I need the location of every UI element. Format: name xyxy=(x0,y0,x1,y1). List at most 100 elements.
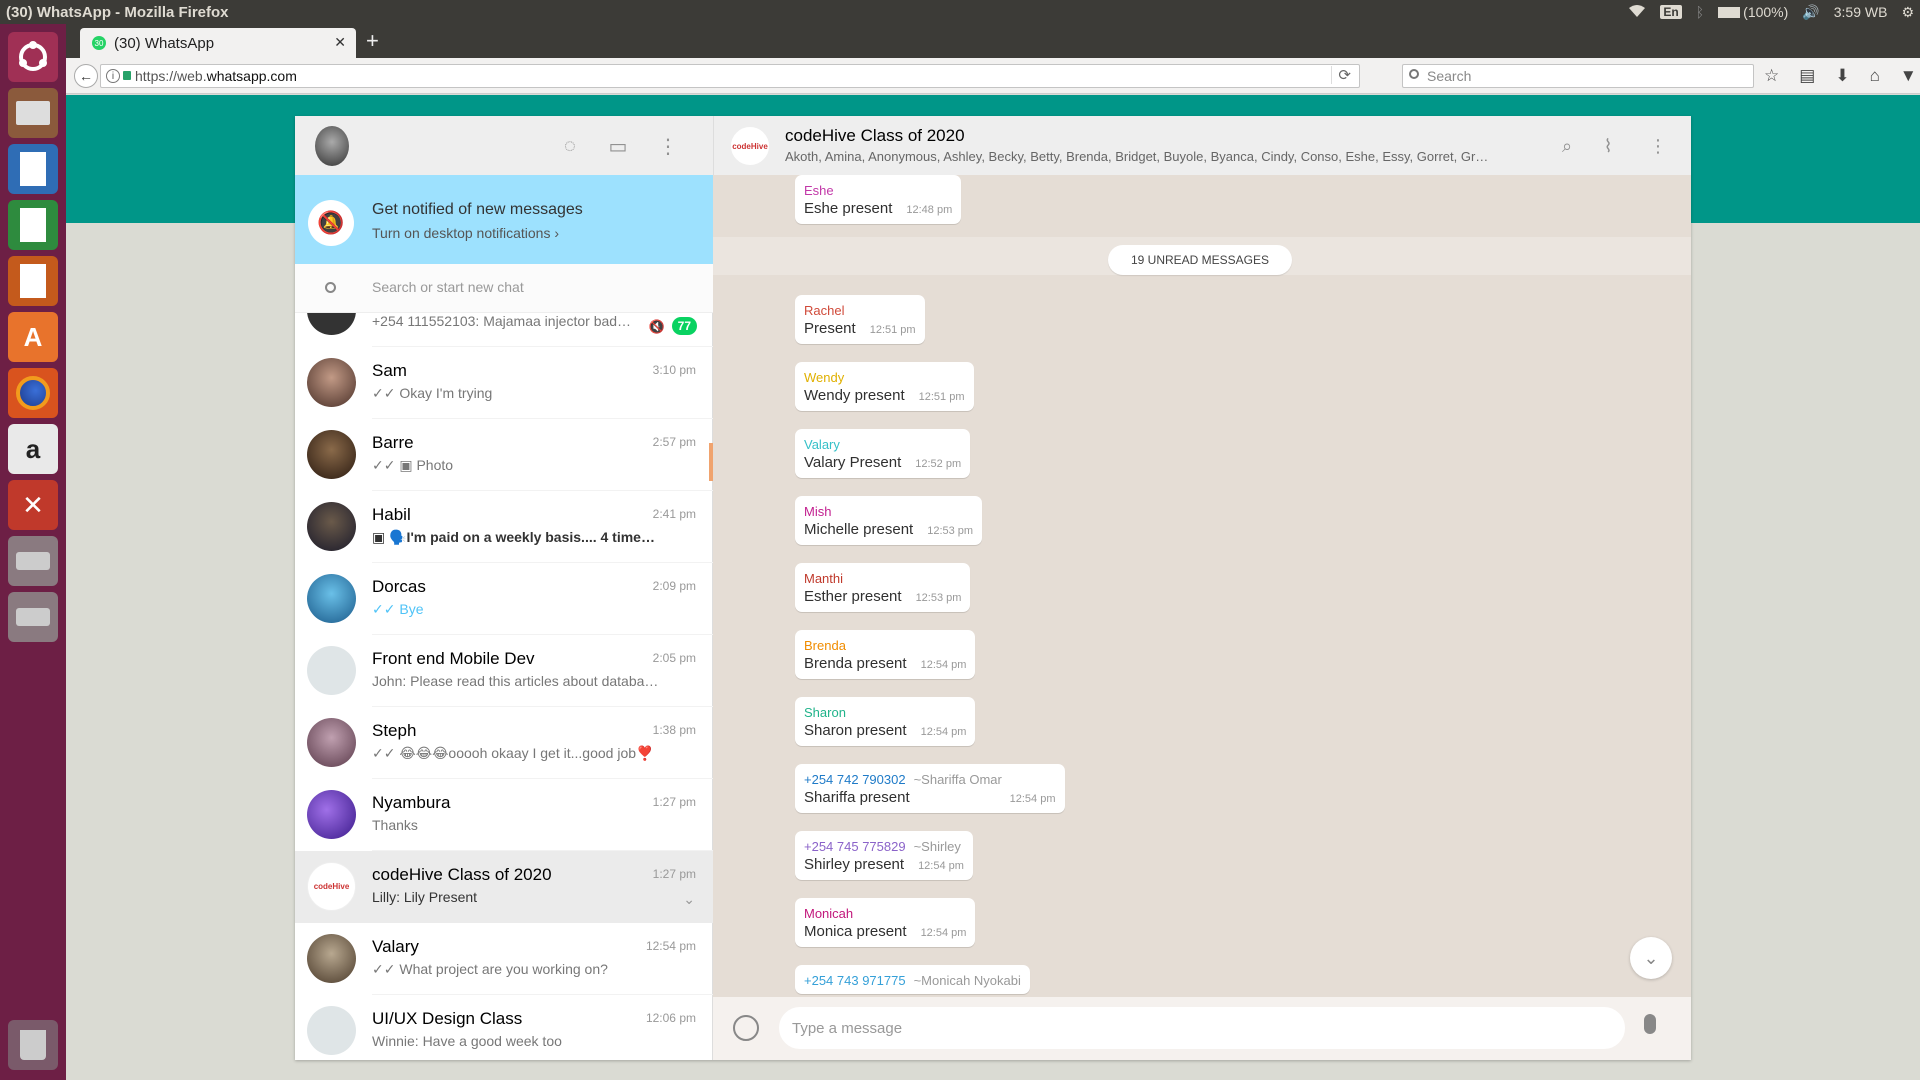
menu-dots-icon[interactable]: ⋮ xyxy=(1644,132,1672,160)
reload-icon[interactable]: ⟳ xyxy=(1331,66,1351,84)
scroll-to-bottom-button[interactable]: ⌄ xyxy=(1630,937,1672,979)
chat-row[interactable]: Sam 3:10 pm ✓✓ Okay I'm trying xyxy=(295,347,713,419)
chat-row[interactable]: Valary 12:54 pm ✓✓ What project are you … xyxy=(295,923,713,995)
search-icon[interactable]: ⌕ xyxy=(1553,132,1581,160)
impress-icon[interactable] xyxy=(8,256,58,306)
chat-time: 1:27 pm xyxy=(652,795,696,809)
window-title: (30) WhatsApp - Mozilla Firefox xyxy=(6,3,229,21)
chat-row[interactable]: Nyambura 1:27 pm Thanks xyxy=(295,779,713,851)
message-bubble[interactable]: Wendy Wendy present 12:51 pm xyxy=(795,362,974,411)
close-icon[interactable]: ✕ xyxy=(334,34,346,51)
url-bar[interactable]: i https://web. whatsapp.com ⟳ xyxy=(100,64,1360,88)
ubuntu-icon[interactable] xyxy=(8,32,58,82)
emoji-icon[interactable] xyxy=(733,1015,759,1041)
chat-row[interactable]: UI/UX Design Class 12:06 pm Winnie: Have… xyxy=(295,995,713,1060)
bookmark-star-icon[interactable]: ☆ xyxy=(1764,66,1779,86)
message-time: 12:54 pm xyxy=(920,927,967,939)
chat-row[interactable]: Barre 2:57 pm ✓✓ ▣ Photo xyxy=(295,419,713,491)
new-tab-button[interactable]: + xyxy=(366,30,379,52)
message-bubble[interactable]: +254 743 971775 ~Monicah Nyokabi xyxy=(795,965,1030,994)
attach-icon[interactable]: ⌇ xyxy=(1594,132,1622,160)
info-icon[interactable]: i xyxy=(106,69,120,83)
message-bubble[interactable]: Brenda Brenda present 12:54 pm xyxy=(795,630,976,679)
download-icon[interactable]: ⬇ xyxy=(1835,66,1849,86)
chat-preview: Lilly: Lily Present xyxy=(372,889,478,905)
avatar xyxy=(307,313,356,335)
bluetooth-icon[interactable]: ᛒ xyxy=(1696,4,1704,20)
gear-icon[interactable]: ⚙ xyxy=(1901,4,1914,21)
battery-indicator[interactable]: (100%) xyxy=(1718,4,1788,20)
files-icon[interactable] xyxy=(8,88,58,138)
group-avatar-icon xyxy=(307,646,356,695)
reader-list-icon[interactable]: ▤ xyxy=(1799,66,1815,86)
status-icon[interactable]: ◌ xyxy=(556,132,584,160)
spreadsheet-glyph xyxy=(8,200,58,250)
message-input[interactable]: Type a message xyxy=(779,1007,1625,1049)
sender-alias: ~Shariffa Omar xyxy=(913,772,1002,787)
tab-whatsapp[interactable]: 30 (30) WhatsApp ✕ xyxy=(80,28,356,58)
chat-name: Dorcas xyxy=(372,577,426,596)
message-sender: Mish xyxy=(804,504,832,519)
chat-row[interactable]: +254 111552103: Majamaa injector bad… 🔇 … xyxy=(295,313,713,347)
microphone-icon[interactable] xyxy=(1644,1014,1656,1034)
chat-time: 2:05 pm xyxy=(652,651,696,665)
toolbar-icons: ☆ ▤ ⬇ ⌂ ▼ ☰ xyxy=(1764,66,1920,86)
calc-icon[interactable] xyxy=(8,200,58,250)
amazon-icon[interactable]: a xyxy=(8,424,58,474)
writer-icon[interactable] xyxy=(8,144,58,194)
message-bubble[interactable]: +254 745 775829 ~Shirley Shirley present 1… xyxy=(795,831,973,880)
group-avatar-icon xyxy=(307,1006,356,1055)
chat-name: Front end Mobile Dev xyxy=(372,649,535,668)
chevron-down-icon[interactable]: ⌄ xyxy=(683,891,695,908)
sender-alias: ~Shirley xyxy=(913,839,961,854)
volume-icon[interactable]: 🔊 xyxy=(1802,4,1819,21)
message-bubble[interactable]: Rachel Present 12:51 pm xyxy=(795,295,925,344)
chat-row[interactable]: codeHive codeHive Class of 2020 1:27 pm … xyxy=(295,851,713,923)
my-avatar[interactable] xyxy=(315,126,349,166)
menu-dots-icon[interactable]: ⋮ xyxy=(654,132,682,160)
chat-name: Barre xyxy=(372,433,414,452)
message-text: Valary Present xyxy=(804,454,902,471)
chat-time: 12:06 pm xyxy=(645,1011,696,1025)
chat-search[interactable]: Search or start new chat xyxy=(295,264,713,313)
firefox-icon[interactable] xyxy=(8,368,58,418)
message-bubble[interactable]: Monicah Monica present 12:54 pm xyxy=(795,898,976,947)
message-bubble[interactable]: Sharon Sharon present 12:54 pm xyxy=(795,697,976,746)
chat-preview: ✓✓ Okay I'm trying xyxy=(372,385,493,401)
settings-icon[interactable]: ✕ xyxy=(8,480,58,530)
sender-number: +254 742 790302 xyxy=(804,772,906,787)
notification-banner[interactable]: 🔕 Get notified of new messages Turn on d… xyxy=(295,175,713,264)
browser-search-input[interactable]: Search xyxy=(1402,64,1754,88)
chat-row[interactable]: Habil 2:41 pm ▣ 🗣️I'm paid on a weekly b… xyxy=(295,491,713,563)
message-bubble[interactable]: +254 742 790302 ~Shariffa Omar Shariffa p… xyxy=(795,764,1065,813)
avatar xyxy=(307,934,356,983)
chat-row[interactable]: Dorcas 2:09 pm ✓✓ Bye xyxy=(295,563,713,635)
keyboard-layout-indicator[interactable]: En xyxy=(1660,5,1682,19)
chat-time: 2:57 pm xyxy=(652,435,696,449)
chat-row[interactable]: Front end Mobile Dev 2:05 pm John: Pleas… xyxy=(295,635,713,707)
message-bubble[interactable]: Mish Michelle present 12:53 pm xyxy=(795,496,983,545)
notify-link[interactable]: Turn on desktop notifications › xyxy=(372,225,559,241)
new-chat-icon[interactable]: ▭ xyxy=(604,132,632,160)
conversation-pane: codeHive codeHive Class of 2020 Akoth, A… xyxy=(713,116,1691,1060)
message-bubble[interactable]: Eshe Eshe present 12:48 pm xyxy=(795,175,962,224)
home-icon[interactable]: ⌂ xyxy=(1870,66,1880,86)
clock[interactable]: 3:59 WB xyxy=(1834,4,1888,20)
conversation-header[interactable]: codeHive codeHive Class of 2020 Akoth, A… xyxy=(713,116,1691,175)
codehive-logo-text: codeHive xyxy=(313,882,350,891)
software-center-icon[interactable]: A xyxy=(8,312,58,362)
chat-list-pane: ◌ ▭ ⋮ 🔕 Get notified of new messages Tur… xyxy=(295,116,713,1060)
wifi-icon[interactable] xyxy=(1628,4,1646,21)
back-button[interactable]: ← xyxy=(74,64,98,88)
chat-row[interactable]: Steph 1:38 pm ✓✓ 😂😂😂ooooh okaay I get it… xyxy=(295,707,713,779)
message-bubble[interactable]: Valary Valary Present 12:52 pm xyxy=(795,429,971,478)
pocket-icon[interactable]: ▼ xyxy=(1900,66,1917,86)
drive2-icon[interactable] xyxy=(8,592,58,642)
trash-icon[interactable] xyxy=(8,1020,58,1070)
message-bubble[interactable]: Manthi Esther present 12:53 pm xyxy=(795,563,971,612)
browser-search-placeholder: Search xyxy=(1427,68,1472,84)
message-sender: +254 742 790302 ~Shariffa Omar xyxy=(804,772,1056,787)
group-avatar[interactable]: codeHive xyxy=(730,126,770,166)
drive-icon[interactable] xyxy=(8,536,58,586)
whatsapp-app: ◌ ▭ ⋮ 🔕 Get notified of new messages Tur… xyxy=(295,116,1691,1060)
